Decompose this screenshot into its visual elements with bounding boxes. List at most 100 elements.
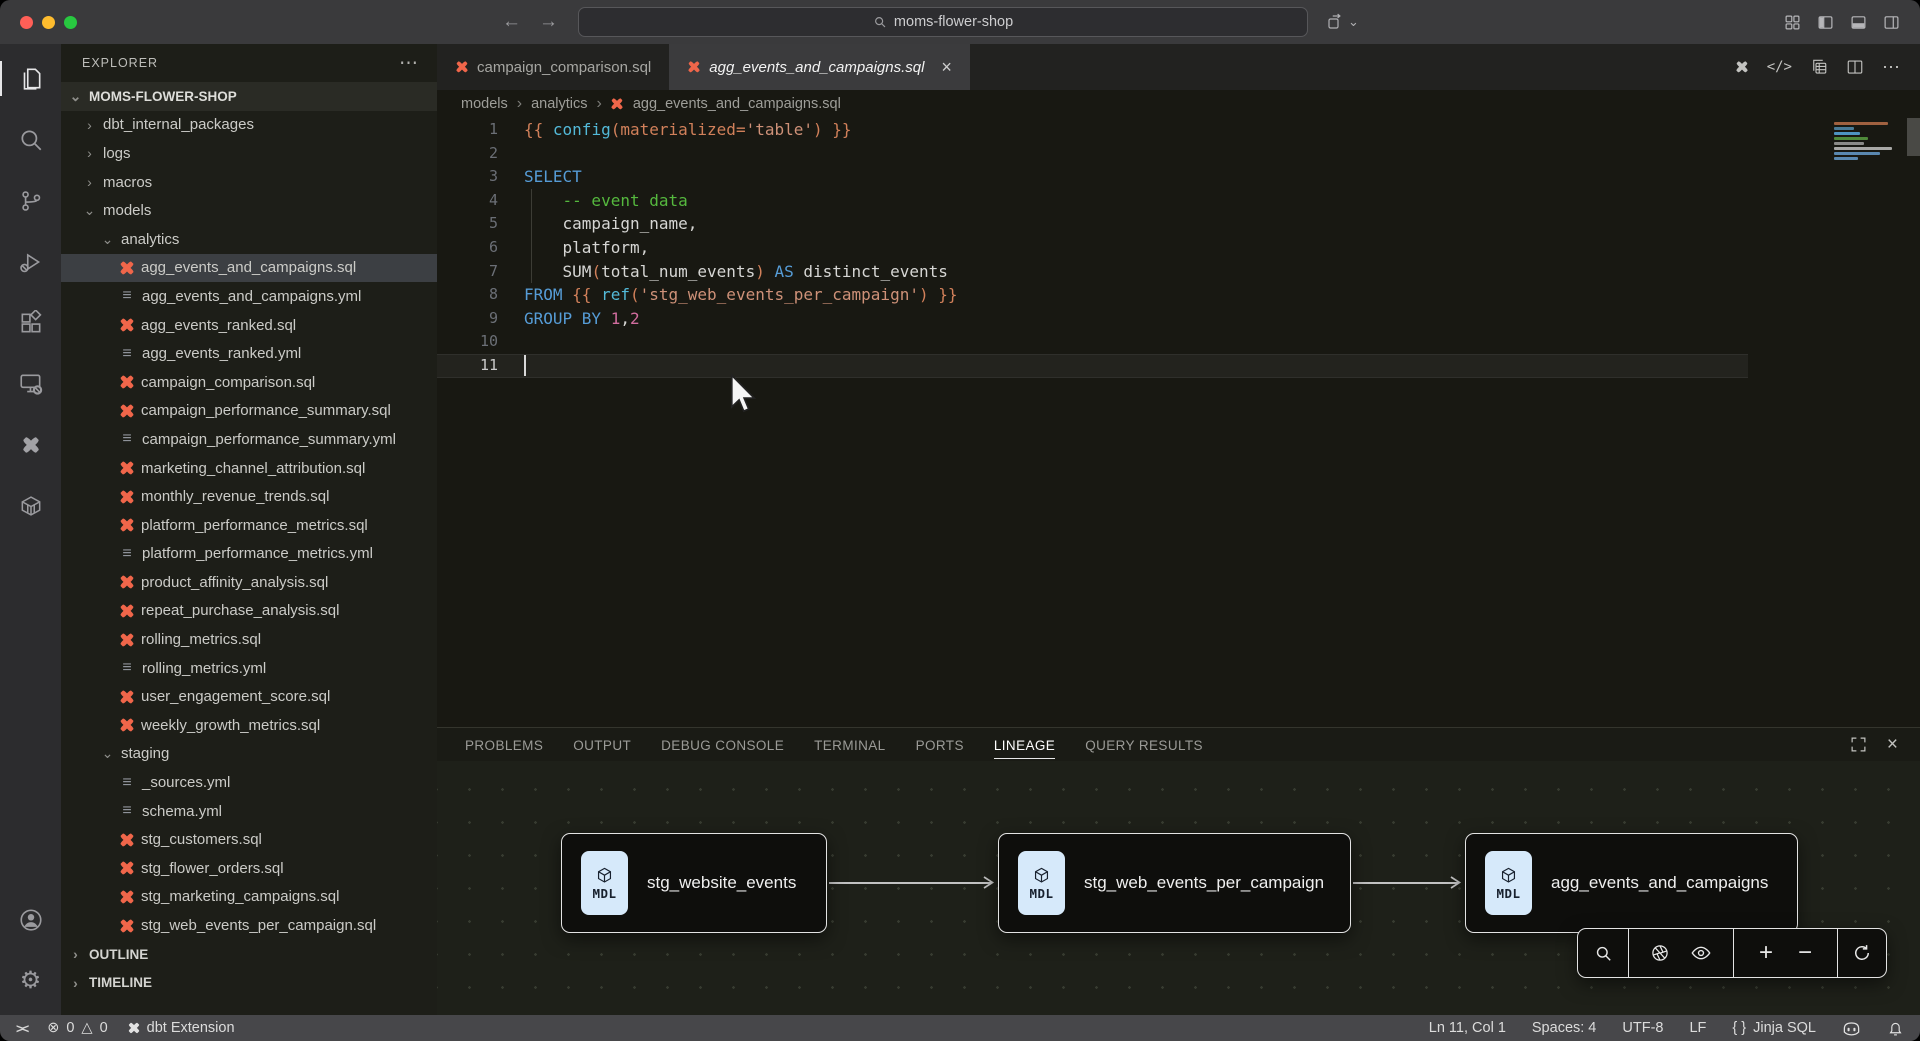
explorer-item-agg-events-ranked-yml[interactable]: ≡agg_events_ranked.yml [61,339,437,368]
explorer-item-marketing-channel-attribution-sql[interactable]: marketing_channel_attribution.sql [61,454,437,483]
indentation-status[interactable]: Spaces: 4 [1532,1020,1597,1036]
toggle-panel-icon[interactable] [1850,14,1867,31]
explorer-item-dbt-internal-packages[interactable]: ›dbt_internal_packages [61,111,437,140]
close-window-button[interactable] [20,16,33,29]
explorer-item-campaign-performance-summary-sql[interactable]: campaign_performance_summary.sql [61,397,437,426]
explorer-project-root[interactable]: ⌄ MOMS-FLOWER-SHOP [61,82,437,111]
explorer-item-macros[interactable]: ›macros [61,168,437,197]
more-actions-icon[interactable]: ⋯ [1882,57,1900,78]
query-results-icon[interactable] [1810,58,1828,76]
activity-explorer-icon[interactable] [0,48,61,109]
explorer-item-models[interactable]: ⌄models [61,196,437,225]
panel-tab-debug-console[interactable]: DEBUG CONSOLE [661,731,784,759]
explorer-item-rolling-metrics-sql[interactable]: rolling_metrics.sql [61,625,437,654]
explorer-item-stg-flower-orders-sql[interactable]: stg_flower_orders.sql [61,854,437,883]
lineage-refresh-button[interactable] [1837,929,1886,977]
explorer-item-agg-events-and-campaigns-sql[interactable]: agg_events_and_campaigns.sql [61,254,437,283]
activity-run-debug-icon[interactable] [0,231,61,292]
activity-remote-explorer-icon[interactable] [0,353,61,414]
remote-indicator-icon[interactable]: >< [16,1021,27,1036]
timeline-section[interactable]: › TIMELINE [61,968,437,997]
explorer-item-platform-performance-metrics-yml[interactable]: ≡platform_performance_metrics.yml [61,540,437,569]
open-editors-switcher[interactable]: ⌄ [1326,13,1359,31]
problems-status[interactable]: ⊗ 0 △ 0 [47,1020,107,1036]
settings-gear-icon[interactable]: ⚙ [0,950,61,1011]
explorer-item-logs[interactable]: ›logs [61,139,437,168]
tab-agg-events-and-campaigns[interactable]: agg_events_and_campaigns.sql × [669,44,970,90]
explorer-item-monthly-revenue-trends-sql[interactable]: monthly_revenue_trends.sql [61,482,437,511]
lineage-visibility-button[interactable] [1690,942,1712,964]
customize-layout-icon[interactable] [1784,14,1801,31]
explorer-item-agg-events-ranked-sql[interactable]: agg_events_ranked.sql [61,311,437,340]
explorer-item-rolling-metrics-yml[interactable]: ≡rolling_metrics.yml [61,654,437,683]
history-back-icon[interactable]: ← [502,11,521,33]
editor-scrollbar[interactable] [1907,118,1920,156]
toggle-secondary-sidebar-icon[interactable] [1883,14,1900,31]
explorer-item-product-affinity-analysis-sql[interactable]: product_affinity_analysis.sql [61,568,437,597]
lineage-search-button[interactable] [1578,929,1628,977]
panel-tab-query-results[interactable]: QUERY RESULTS [1085,731,1203,759]
dbt-action-icon[interactable] [1736,61,1749,74]
language-mode-status[interactable]: { } Jinja SQL [1732,1020,1816,1036]
explorer-item-agg-events-and-campaigns-yml[interactable]: ≡agg_events_and_campaigns.yml [61,282,437,311]
explorer-item-stg-customers-sql[interactable]: stg_customers.sql [61,825,437,854]
activity-extensions-icon[interactable] [0,292,61,353]
panel-tab-terminal[interactable]: TERMINAL [814,731,885,759]
history-forward-icon[interactable]: → [539,11,558,33]
outline-section[interactable]: › OUTLINE [61,940,437,969]
explorer-item-user-engagement-score-sql[interactable]: user_engagement_score.sql [61,682,437,711]
activity-dbt-icon[interactable] [0,414,61,475]
panel-tab-output[interactable]: OUTPUT [573,731,631,759]
explorer-item-schema-yml[interactable]: ≡schema.yml [61,797,437,826]
lineage-aperture-button[interactable] [1650,943,1670,963]
explorer-item-campaign-comparison-sql[interactable]: campaign_comparison.sql [61,368,437,397]
maximize-panel-icon[interactable] [1850,736,1867,753]
eol-status[interactable]: LF [1689,1020,1706,1036]
activity-search-icon[interactable] [0,109,61,170]
explorer-item-analytics[interactable]: ⌄analytics [61,225,437,254]
tab-campaign-comparison[interactable]: campaign_comparison.sql [437,44,669,90]
minimap[interactable] [1834,122,1898,162]
code-editor[interactable]: 1{{ config(materialized='table') }}23SEL… [437,118,1920,727]
command-center-search[interactable]: moms-flower-shop [578,7,1308,37]
copilot-icon[interactable] [1842,1021,1861,1036]
split-editor-icon[interactable] [1846,58,1864,76]
lineage-node-stg-website-events[interactable]: MDL stg_website_events [561,833,827,933]
toggle-primary-sidebar-icon[interactable] [1817,14,1834,31]
panel-tab-lineage[interactable]: LINEAGE [994,731,1055,759]
explorer-item-repeat-purchase-analysis-sql[interactable]: repeat_purchase_analysis.sql [61,597,437,626]
accounts-icon[interactable] [0,889,61,950]
explorer-item-platform-performance-metrics-sql[interactable]: platform_performance_metrics.sql [61,511,437,540]
minimize-window-button[interactable] [42,16,55,29]
panel-tab-ports[interactable]: PORTS [916,731,964,759]
breadcrumb-item[interactable]: analytics [531,96,587,112]
explorer-item-staging[interactable]: ⌄staging [61,740,437,769]
explorer-item-campaign-performance-summary-yml[interactable]: ≡campaign_performance_summary.yml [61,425,437,454]
zoom-out-button[interactable]: − [1798,941,1812,965]
dbt-extension-status[interactable]: dbt Extension [128,1020,235,1036]
encoding-status[interactable]: UTF-8 [1622,1020,1663,1036]
explorer-item-sources-yml[interactable]: ≡_sources.yml [61,768,437,797]
explorer-more-actions-icon[interactable]: ⋯ [399,52,419,75]
dbt-file-icon [455,61,468,74]
zoom-in-button[interactable]: + [1759,941,1773,965]
close-tab-icon[interactable]: × [941,58,952,76]
activity-source-control-icon[interactable] [0,170,61,231]
explorer-item-stg-web-events-per-campaign-sql[interactable]: stg_web_events_per_campaign.sql [61,911,437,940]
lineage-node-stg-web-events-per-campaign[interactable]: MDL stg_web_events_per_campaign [998,833,1351,933]
breadcrumb-item[interactable]: agg_events_and_campaigns.sql [633,96,841,112]
panel-tab-problems[interactable]: PROBLEMS [465,731,543,759]
cursor-position-status[interactable]: Ln 11, Col 1 [1429,1020,1506,1036]
explorer-item-weekly-growth-metrics-sql[interactable]: weekly_growth_metrics.sql [61,711,437,740]
close-panel-icon[interactable]: × [1887,735,1898,754]
lineage-canvas[interactable]: MDL stg_website_events MDL stg_web_event… [437,761,1920,1015]
explorer-item-stg-marketing-campaigns-sql[interactable]: stg_marketing_campaigns.sql [61,883,437,912]
file-label: stg_web_events_per_campaign.sql [141,917,376,934]
open-preview-icon[interactable]: </> [1767,59,1792,75]
lineage-node-agg-events-and-campaigns[interactable]: MDL agg_events_and_campaigns [1465,833,1798,933]
notifications-bell-icon[interactable] [1887,1020,1904,1037]
breadcrumb-item[interactable]: models [461,96,508,112]
zoom-window-button[interactable] [64,16,77,29]
activity-containers-icon[interactable] [0,475,61,536]
search-icon [873,15,887,29]
